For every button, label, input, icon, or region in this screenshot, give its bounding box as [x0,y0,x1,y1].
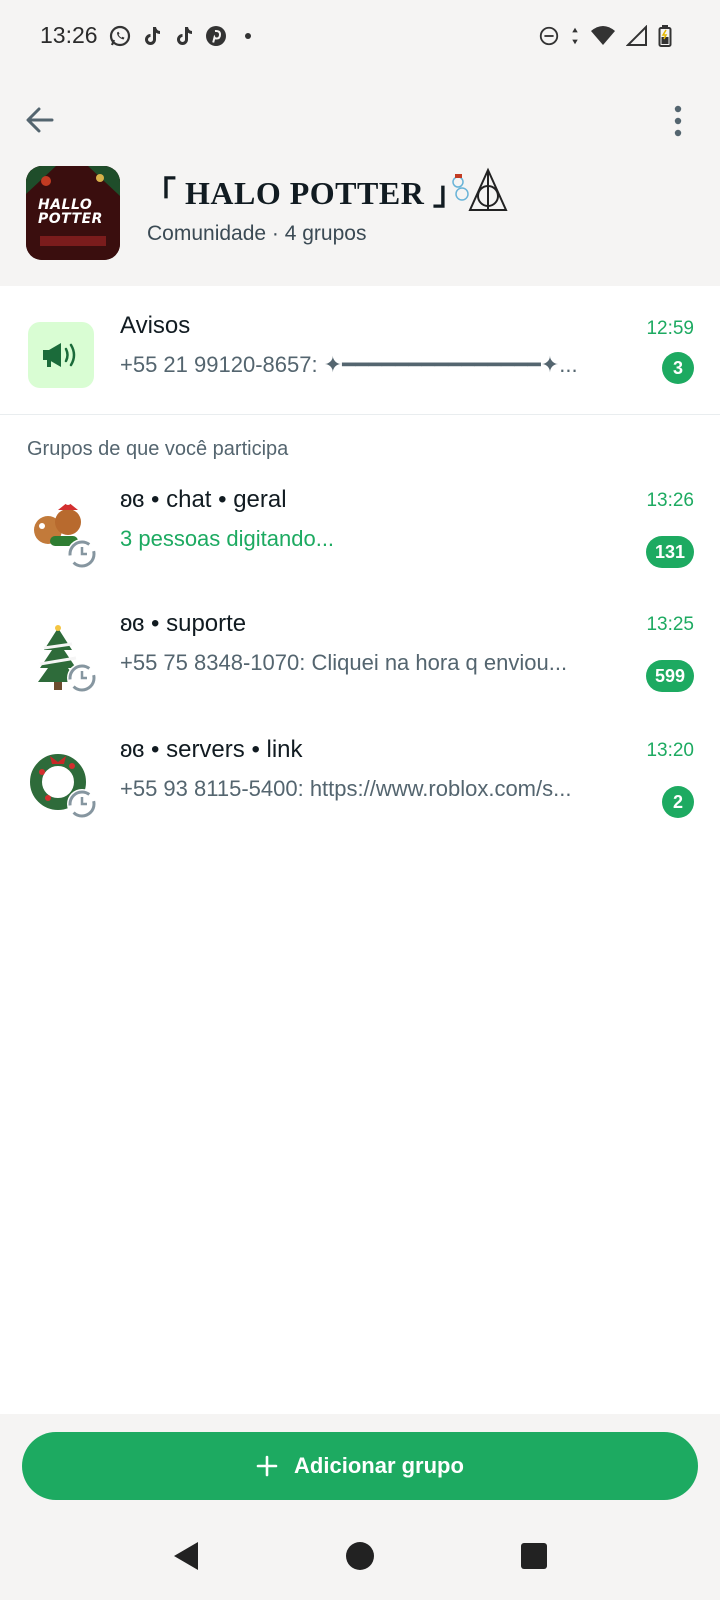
group-time: 13:26 [646,490,694,511]
announcement-row[interactable]: Avisos +55 21 99120-8657: ✦━━━━━━━━━━━━━… [0,290,720,414]
back-arrow-icon [26,107,54,133]
announcement-last-message: +55 21 99120-8657: ✦━━━━━━━━━━━━━━━✦... [120,352,578,377]
battery-icon [658,25,672,47]
announcement-avatar [28,322,94,388]
group-title: ʚɞ • suporte [120,610,247,637]
dnd-icon [539,26,559,46]
pinterest-icon [206,26,226,46]
group-title: ʚɞ • servers • link [120,736,303,763]
community-subtitle: Comunidade · 4 grupos [147,222,367,245]
status-bar: 13:26 [0,0,720,76]
community-avatar[interactable]: HALLO POTTER [26,166,120,260]
group-unread-badge: 599 [645,660,694,692]
group-last-message: +55 75 8348-1070: Cliquei na hora q envi… [120,650,568,675]
group-time: 13:25 [646,614,694,635]
more-vert-icon [674,105,682,137]
wreath-icon [30,754,97,819]
megaphone-icon [43,343,76,367]
data-arrows-icon [572,27,578,45]
group-row[interactable]: ʚɞ • servers • link +55 93 8115-5400: ht… [0,730,720,854]
group-last-message: 3 pessoas digitando... [120,526,335,551]
status-app-icons [108,24,260,48]
avatar-text: HALLO POTTER [38,198,103,226]
announcement-time: 12:59 [646,318,694,339]
tiktok-icon [177,27,192,45]
announcement-title: Avisos [120,312,191,339]
more-options-button[interactable] [668,104,688,138]
group-unread-badge: 2 [662,786,694,818]
group-row[interactable]: ʚɞ • chat • geral 3 pessoas digitando...… [0,478,720,602]
divider [0,414,720,415]
section-label: Grupos de que você participa [27,438,289,460]
nav-back-icon[interactable] [166,1536,206,1576]
dot-icon [245,33,251,39]
gingerbread-icon [34,500,97,569]
back-button[interactable] [22,102,58,138]
group-time: 13:20 [646,740,694,761]
nav-home-icon[interactable] [340,1536,380,1576]
add-group-label: Adicionar grupo [294,1453,464,1478]
status-system-icons [538,24,672,48]
group-unread-badge: 131 [645,536,694,568]
group-row[interactable]: ʚɞ • suporte +55 75 8348-1070: Cliquei n… [0,604,720,728]
status-time: 13:26 [40,22,98,48]
avatar-text-line1: HALLO [38,197,93,213]
plus-icon [256,1455,278,1477]
signal-icon [626,25,647,46]
tiktok-icon [145,27,160,45]
deathly-hallows-icon [452,167,508,211]
community-header: HALLO POTTER 「 HALO POTTER 」 Comunidade … [0,76,720,286]
community-name: 「 HALO POTTER 」 [144,175,466,211]
nav-recents-icon[interactable] [514,1536,554,1576]
group-last-message: +55 93 8115-5400: https://www.roblox.com… [120,776,572,801]
avatar-text-line2: POTTER [38,211,103,227]
whatsapp-icon [109,25,131,47]
wifi-icon [591,26,615,45]
bottom-bar: Adicionar grupo [0,1414,720,1600]
christmas-tree-icon [38,625,97,693]
add-group-button[interactable]: Adicionar grupo [22,1432,698,1500]
group-title: ʚɞ • chat • geral [120,486,287,513]
announcement-unread-badge: 3 [662,352,694,384]
